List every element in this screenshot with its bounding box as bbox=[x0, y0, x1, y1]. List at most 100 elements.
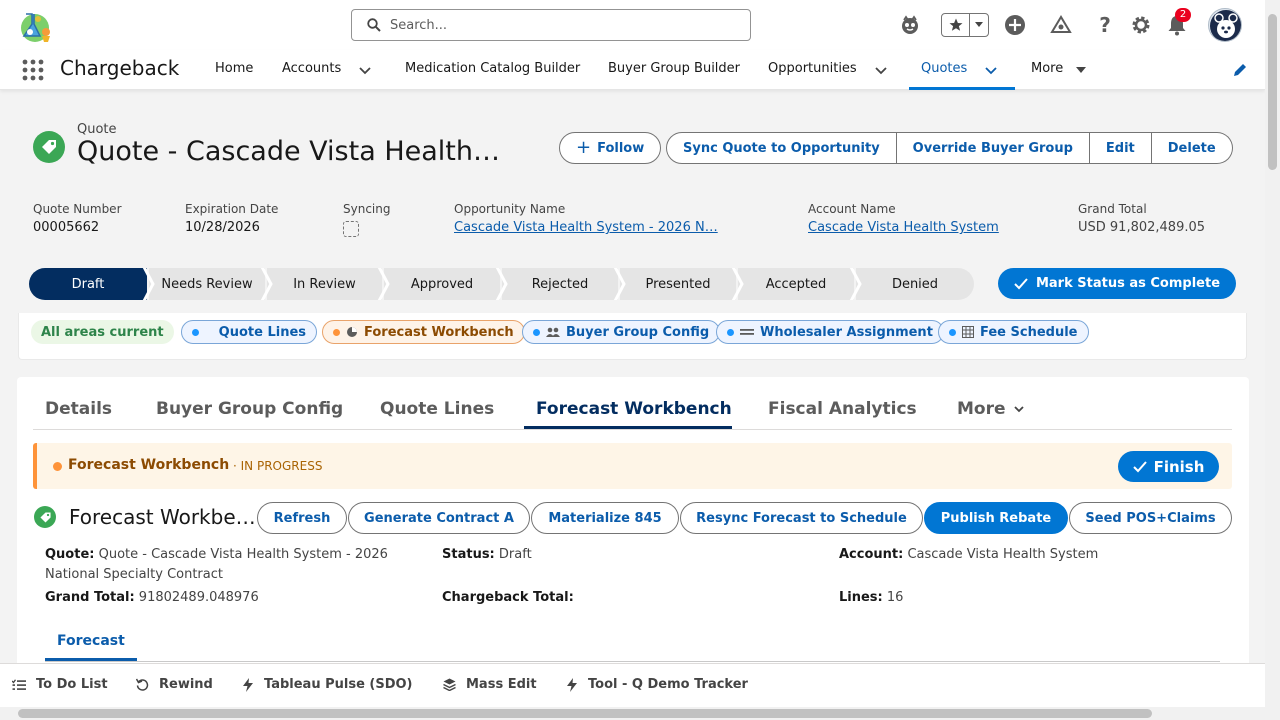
info-label: Lines: bbox=[839, 590, 883, 605]
all-areas-current-badge: All areas current bbox=[31, 320, 174, 344]
delete-button[interactable]: Delete bbox=[1151, 132, 1233, 164]
follow-button[interactable]: + Follow bbox=[559, 132, 662, 164]
field-label: Account Name bbox=[808, 202, 896, 216]
utility-mass-edit[interactable]: Mass Edit bbox=[443, 677, 537, 692]
tab-fiscal-analytics[interactable]: Fiscal Analytics bbox=[768, 399, 917, 419]
checklist-icon bbox=[12, 678, 26, 690]
nav-item-home[interactable]: Home bbox=[215, 61, 253, 76]
banner-title: Forecast Workbench bbox=[68, 457, 230, 473]
favorites-button[interactable] bbox=[941, 13, 989, 37]
info-value: 16 bbox=[886, 590, 904, 605]
lightning-icon bbox=[243, 677, 253, 692]
publish-rebate-button[interactable]: Publish Rebate bbox=[924, 502, 1068, 534]
chip-buyer-group-config[interactable]: Buyer Group Config bbox=[522, 320, 721, 344]
mark-status-complete-button[interactable]: Mark Status as Complete bbox=[998, 268, 1236, 299]
stack-icon bbox=[443, 678, 456, 691]
search-icon bbox=[367, 18, 381, 36]
finish-button-label: Finish bbox=[1153, 457, 1205, 476]
field-grand-total: Grand Total USD 91,802,489.05 bbox=[1078, 202, 1205, 235]
tab-quote-lines[interactable]: Quote Lines bbox=[380, 399, 494, 419]
field-label: Quote Number bbox=[33, 202, 122, 216]
chevron-down-icon[interactable] bbox=[983, 62, 999, 78]
chip-quote-lines[interactable]: Quote Lines bbox=[181, 320, 317, 344]
nav-item-quotes[interactable]: Quotes bbox=[921, 61, 967, 76]
info-label: Quote: bbox=[45, 547, 95, 562]
refresh-button[interactable]: Refresh bbox=[257, 502, 347, 534]
utility-q-demo-tracker[interactable]: Tool - Q Demo Tracker bbox=[566, 677, 748, 692]
utility-label: Tableau Pulse (SDO) bbox=[264, 677, 413, 692]
global-header: ? 2 bbox=[0, 0, 1265, 50]
favorite-star-icon[interactable] bbox=[942, 14, 970, 36]
checkmark-icon bbox=[1014, 277, 1028, 289]
nav-item-medication-catalog-builder[interactable]: Medication Catalog Builder bbox=[405, 61, 580, 76]
tabs-divider bbox=[33, 429, 1232, 430]
setup-gear-icon[interactable] bbox=[1129, 13, 1153, 37]
sync-quote-to-opportunity-button[interactable]: Sync Quote to Opportunity bbox=[666, 132, 897, 164]
horizontal-scroll-thumb[interactable] bbox=[18, 709, 1152, 718]
field-label: Grand Total bbox=[1078, 202, 1147, 216]
nav-item-buyer-group-builder[interactable]: Buyer Group Builder bbox=[608, 61, 740, 76]
tab-more[interactable]: More bbox=[957, 399, 1026, 419]
global-add-icon[interactable] bbox=[1003, 13, 1027, 37]
help-icon[interactable]: ? bbox=[1093, 13, 1117, 37]
tab-forecast-workbench[interactable]: Forecast Workbench bbox=[536, 399, 732, 419]
record-title: Quote - Cascade Vista Health… bbox=[77, 136, 500, 167]
group-icon bbox=[546, 327, 560, 337]
nav-item-more[interactable]: More bbox=[1031, 61, 1063, 76]
favorites-list-chevron-icon[interactable] bbox=[969, 14, 988, 36]
app-logo-icon[interactable] bbox=[14, 6, 56, 46]
subtab-forecast[interactable]: Forecast bbox=[57, 633, 125, 649]
vertical-scroll-thumb[interactable] bbox=[1268, 14, 1277, 170]
field-value: USD 91,802,489.05 bbox=[1078, 220, 1206, 235]
seed-pos-claims-button[interactable]: Seed POS+Claims bbox=[1069, 502, 1232, 534]
opportunity-link[interactable]: Cascade Vista Health System - 2026 N… bbox=[454, 220, 718, 235]
info-label: Account: bbox=[839, 547, 904, 562]
utility-to-do-list[interactable]: To Do List bbox=[12, 677, 108, 692]
info-chargeback-total: Chargeback Total: bbox=[442, 588, 574, 608]
einstein-icon[interactable] bbox=[898, 13, 922, 37]
user-avatar-icon[interactable] bbox=[1208, 8, 1242, 42]
chip-wholesaler-assignment[interactable]: Wholesaler Assignment bbox=[716, 320, 944, 344]
trailhead-icon[interactable] bbox=[1049, 13, 1073, 37]
app-launcher-icon[interactable] bbox=[22, 59, 44, 81]
utility-tableau-pulse[interactable]: Tableau Pulse (SDO) bbox=[242, 677, 413, 692]
field-expiration-date: Expiration Date 10/28/2026 bbox=[185, 202, 278, 235]
generate-contract-a-button[interactable]: Generate Contract A bbox=[348, 502, 530, 534]
chevron-down-icon[interactable] bbox=[873, 62, 889, 78]
info-quote: Quote: Quote - Cascade Vista Health Syst… bbox=[45, 545, 415, 585]
global-search[interactable] bbox=[351, 9, 751, 41]
utility-label: Tool - Q Demo Tracker bbox=[588, 677, 748, 692]
chip-label: Forecast Workbench bbox=[364, 324, 514, 340]
chip-label: Fee Schedule bbox=[980, 324, 1078, 340]
field-opportunity-name: Opportunity Name Cascade Vista Health Sy… bbox=[454, 202, 718, 235]
tab-buyer-group-config[interactable]: Buyer Group Config bbox=[156, 399, 343, 419]
field-quote-number: Quote Number 00005662 bbox=[33, 202, 122, 235]
account-link[interactable]: Cascade Vista Health System bbox=[808, 220, 999, 235]
chip-forecast-workbench[interactable]: Forecast Workbench bbox=[322, 320, 525, 344]
materialize-845-button[interactable]: Materialize 845 bbox=[531, 502, 679, 534]
chevron-down-icon[interactable] bbox=[357, 62, 373, 78]
nav-item-accounts[interactable]: Accounts bbox=[282, 61, 341, 76]
chip-label: Wholesaler Assignment bbox=[760, 324, 933, 340]
info-grand-total: Grand Total: 91802489.048976 bbox=[45, 588, 259, 608]
vertical-scrollbar[interactable] bbox=[1265, 0, 1280, 707]
override-buyer-group-button[interactable]: Override Buyer Group bbox=[896, 132, 1090, 164]
path-separators bbox=[142, 268, 862, 300]
caret-down-icon[interactable] bbox=[1073, 62, 1089, 78]
pie-chart-icon bbox=[347, 327, 357, 337]
chip-label: Quote Lines bbox=[218, 324, 306, 340]
search-input[interactable] bbox=[390, 15, 730, 35]
edit-button[interactable]: Edit bbox=[1089, 132, 1152, 164]
chip-fee-schedule[interactable]: Fee Schedule bbox=[938, 320, 1089, 344]
add-icon: + bbox=[576, 137, 592, 158]
status-dot-icon bbox=[727, 328, 734, 336]
field-account-name: Account Name Cascade Vista Health System bbox=[808, 202, 999, 235]
finish-button[interactable]: Finish bbox=[1118, 451, 1219, 482]
resync-forecast-to-schedule-button[interactable]: Resync Forecast to Schedule bbox=[680, 502, 923, 534]
status-dot-icon bbox=[192, 328, 199, 336]
tab-details[interactable]: Details bbox=[45, 399, 112, 419]
nav-item-opportunities[interactable]: Opportunities bbox=[768, 61, 857, 76]
utility-rewind[interactable]: Rewind bbox=[136, 677, 213, 692]
edit-nav-pencil-icon[interactable] bbox=[1232, 62, 1248, 82]
horizontal-scrollbar[interactable] bbox=[0, 707, 1265, 720]
